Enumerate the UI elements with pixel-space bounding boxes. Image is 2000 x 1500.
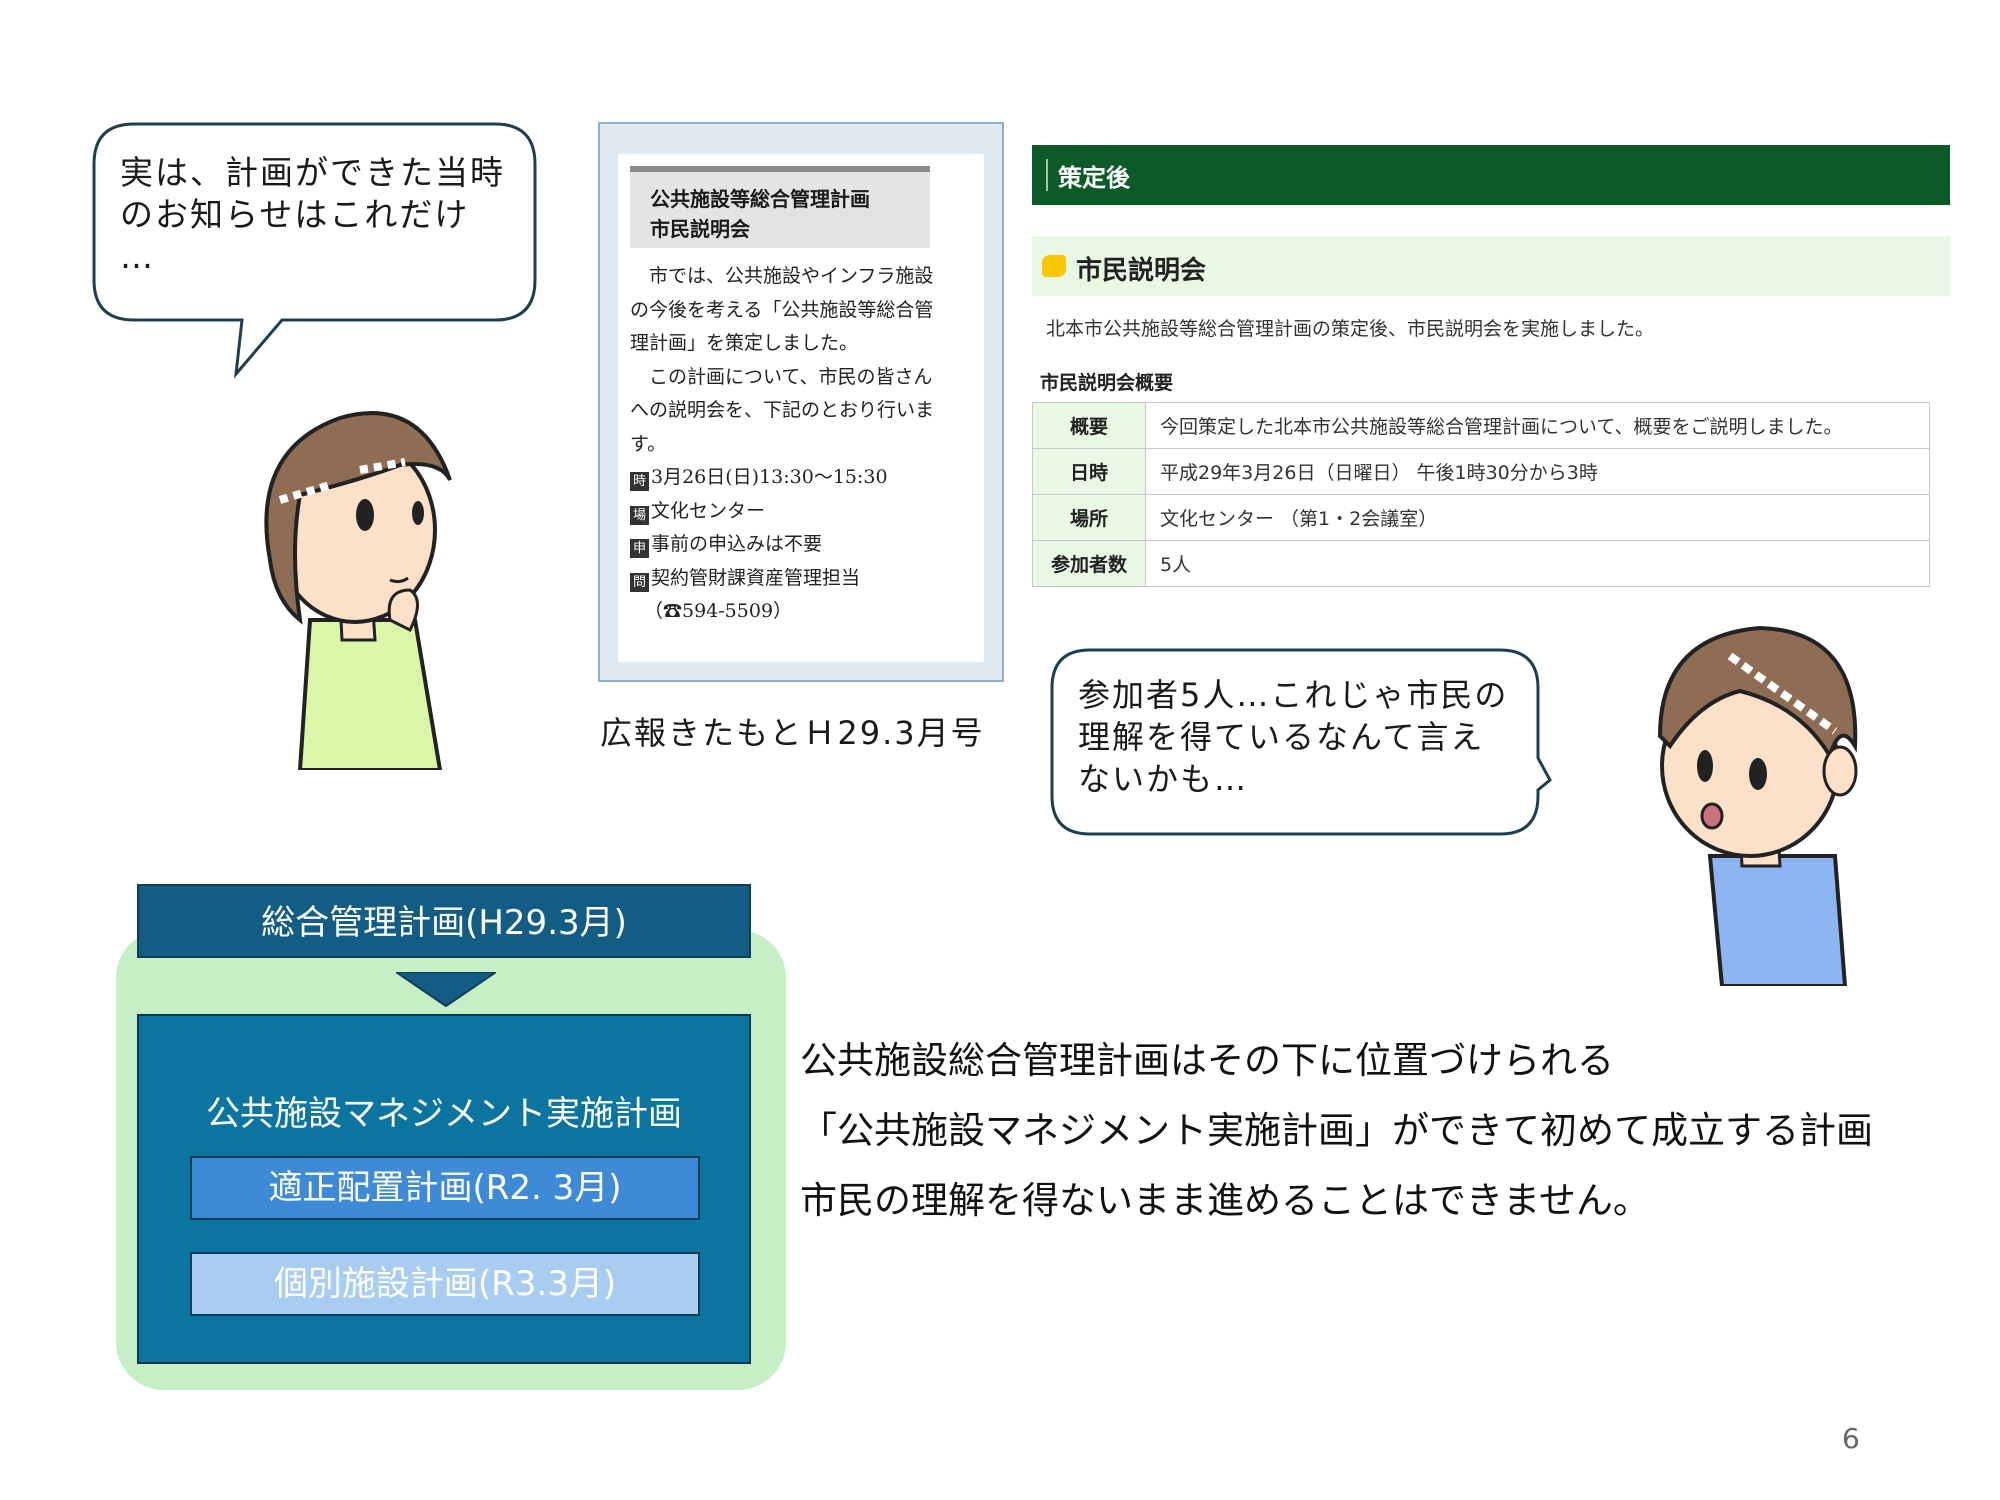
newsletter-item: 申事前の申込みは不要 xyxy=(630,528,940,562)
newsletter-body: 市では、公共施設やインフラ施設の今後を考える「公共施設等総合管理計画」を策定しま… xyxy=(630,260,940,629)
apply-tag-icon: 申 xyxy=(630,539,649,558)
section-header-bar: 策定後 xyxy=(1032,145,1950,205)
diagram-implementation-title: 公共施設マネジメント実施計画 xyxy=(206,1094,682,1134)
newsletter-item: 場文化センター xyxy=(630,495,940,529)
time-tag-icon: 時 xyxy=(630,472,649,491)
newsletter-heading-line1: 公共施設等総合管理計画 xyxy=(650,187,870,211)
place-tag-icon: 場 xyxy=(630,505,649,525)
newsletter-heading-line2: 市民説明会 xyxy=(650,217,750,241)
table-row: 参加者数 5人 xyxy=(1032,540,1930,587)
body-text-line: 市民の理解を得ないまま進めることはできません。 xyxy=(800,1179,1650,1222)
table-key: 日時 xyxy=(1032,448,1146,495)
newsletter-item-text: 事前の申込みは不要 xyxy=(651,533,823,555)
subsection-title: 市民説明会 xyxy=(1076,256,1207,286)
inquiry-tag-icon: 問 xyxy=(630,572,649,592)
newsletter-paragraph: 市では、公共施設やインフラ施設の今後を考える「公共施設等総合管理計画」を策定しま… xyxy=(630,265,934,354)
table-key: 概要 xyxy=(1032,402,1146,449)
summary-table: 概要 今回策定した北本市公共施設等総合管理計画について、概要をご説明しました。 日… xyxy=(1032,402,1930,587)
summary-title: 市民説明会概要 xyxy=(1040,372,1174,394)
newsletter-heading: 公共施設等総合管理計画 市民説明会 xyxy=(630,166,930,248)
diagram-top-plan: 総合管理計画(H29.3月) xyxy=(137,884,751,958)
speech-bubble-left-text: 実は、計画ができた当時 のお知らせはこれだけ … xyxy=(120,153,505,276)
body-text: 公共施設総合管理計画はその下に位置づけられる 「公共施設マネジメント実施計画」が… xyxy=(800,1026,1950,1236)
newsletter-clipping: 公共施設等総合管理計画 市民説明会 市では、公共施設やインフラ施設の今後を考える… xyxy=(598,122,1004,682)
table-value: 平成29年3月26日（日曜日） 午後1時30分から3時 xyxy=(1145,448,1930,495)
newsletter-item-text: 3月26日(日)13:30～15:30 xyxy=(651,466,888,488)
newsletter-item-text: 契約管財課資産管理担当 xyxy=(651,566,861,589)
newsletter-item-text: 文化センター xyxy=(651,499,766,522)
newsletter-item: 問契約管財課資産管理担当 xyxy=(630,562,940,596)
table-key: 場所 xyxy=(1032,494,1146,541)
body-text-line: 公共施設総合管理計画はその下に位置づけられる xyxy=(800,1039,1614,1082)
girl-character-illustration xyxy=(264,411,452,770)
subsection-header: 市民説明会 xyxy=(1032,236,1950,296)
newsletter-caption: 広報きたもとＨ29.3月号 xyxy=(600,714,985,752)
table-row: 日時 平成29年3月26日（日曜日） 午後1時30分から3時 xyxy=(1032,448,1930,495)
boy-character-illustration xyxy=(1657,625,1858,986)
down-arrow-icon xyxy=(396,972,496,1008)
header-pipe-divider xyxy=(1046,159,1048,191)
diagram-placement-plan: 適正配置計画(R2. 3月) xyxy=(190,1156,700,1220)
table-value: 文化センター （第1・2会議室） xyxy=(1145,494,1930,541)
table-value: 5人 xyxy=(1145,540,1930,587)
page-number: 6 xyxy=(1842,1422,1860,1455)
table-row: 場所 文化センター （第1・2会議室） xyxy=(1032,494,1930,541)
table-row: 概要 今回策定した北本市公共施設等総合管理計画について、概要をご説明しました。 xyxy=(1032,402,1930,449)
table-key: 参加者数 xyxy=(1032,540,1146,587)
body-text-line: 「公共施設マネジメント実施計画」ができて初めて成立する計画 xyxy=(800,1109,1873,1152)
yellow-bullet-icon xyxy=(1042,255,1066,277)
diagram-facility-plan: 個別施設計画(R3.3月) xyxy=(190,1252,700,1316)
section-header-title: 策定後 xyxy=(1058,164,1130,192)
newsletter-item: 時 3月26日(日)13:30～15:30 xyxy=(630,461,940,495)
newsletter-paragraph: この計画について、市民の皆さんへの説明会を、下記のとおり行います。 xyxy=(630,365,935,455)
section-description: 北本市公共施設等総合管理計画の策定後、市民説明会を実施しました。 xyxy=(1046,318,1655,340)
speech-bubble-left: 実は、計画ができた当時 のお知らせはこれだけ … xyxy=(92,122,537,379)
speech-bubble-right: 参加者5人…これじゃ市民の 理解を得ているなんて言え ないかも… xyxy=(1050,648,1552,836)
newsletter-phone: （☎594-5509） xyxy=(644,600,793,622)
table-value: 今回策定した北本市公共施設等総合管理計画について、概要をご説明しました。 xyxy=(1145,402,1930,449)
speech-bubble-right-text: 参加者5人…これじゃ市民の 理解を得ているなんて言え ないかも… xyxy=(1078,676,1509,798)
